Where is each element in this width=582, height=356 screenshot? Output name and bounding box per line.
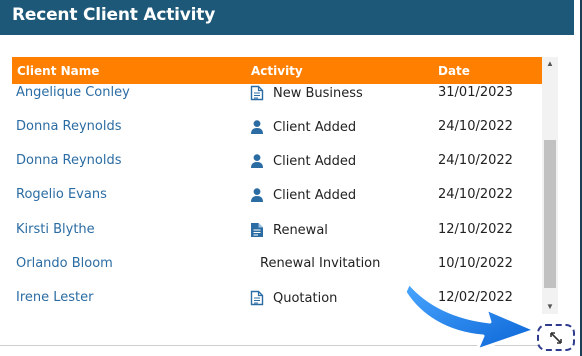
activity-cell: Client Added (250, 187, 356, 203)
activity-date: 24/10/2022 (438, 119, 513, 134)
column-header-client-name[interactable]: Client Name (17, 64, 99, 78)
panel-title: Recent Client Activity (12, 5, 216, 25)
user-icon (250, 119, 264, 135)
resize-diagonal-icon (550, 331, 562, 344)
activity-cell: Quotation (250, 290, 337, 306)
table-header: Client Name Activity Date (12, 57, 542, 84)
activity-cell: Client Added (250, 119, 356, 135)
scroll-up-arrow-icon[interactable]: ▲ (542, 57, 558, 71)
scroll-down-arrow-icon[interactable]: ▼ (542, 300, 558, 314)
client-name-link[interactable]: Rogelio Evans (16, 187, 107, 202)
activity-label: Client Added (273, 119, 357, 135)
activity-label: Renewal (273, 222, 328, 238)
client-name-link[interactable]: Donna Reynolds (16, 119, 122, 134)
scrollbar-thumb[interactable] (544, 140, 556, 288)
activity-date: 24/10/2022 (438, 153, 513, 168)
activity-label: Quotation (273, 290, 338, 306)
activity-cell: Client Added (250, 153, 356, 169)
column-header-activity[interactable]: Activity (251, 64, 303, 78)
client-name-link[interactable]: Angelique Conley (16, 85, 130, 100)
activity-date: 31/01/2023 (438, 85, 513, 100)
activity-cell: Renewal Invitation (250, 256, 380, 271)
table-row: Donna Reynolds Client Added 24/10/2022 (0, 153, 540, 187)
column-header-date[interactable]: Date (438, 64, 470, 78)
activity-date: 24/10/2022 (438, 187, 513, 202)
table-row: Irene Lester Quotation 12/02/2022 (0, 290, 540, 324)
document-icon (250, 85, 264, 101)
table-row: Orlando Bloom Renewal Invitation 10/10/202… (0, 256, 540, 290)
client-name-link[interactable]: Donna Reynolds (16, 153, 122, 168)
document-icon (250, 290, 264, 306)
resize-button[interactable] (537, 324, 575, 351)
table-row: Rogelio Evans Client Added 24/10/2022 (0, 187, 540, 221)
panel-divider (0, 345, 574, 346)
client-name-link[interactable]: Irene Lester (16, 290, 94, 305)
client-name-link[interactable]: Orlando Bloom (16, 256, 113, 271)
activity-label: Client Added (273, 187, 357, 203)
document-filled-icon (250, 222, 264, 238)
activity-cell: New Business (250, 85, 363, 101)
activity-date: 12/02/2022 (438, 290, 513, 305)
activity-label: New Business (273, 85, 363, 101)
user-icon (250, 153, 264, 169)
activity-cell: Renewal (250, 222, 328, 238)
activity-date: 12/10/2022 (438, 222, 513, 237)
table-row: Kirsti Blythe Renewal 12/10/2022 (0, 222, 540, 256)
activity-label: Renewal Invitation (260, 256, 381, 271)
table-row: Angelique Conley New Business 31/01/2023 (0, 85, 540, 119)
table-row: Donna Reynolds Client Added 24/10/2022 (0, 119, 540, 153)
activity-label: Client Added (273, 153, 357, 169)
vertical-scrollbar[interactable]: ▲ ▼ (542, 57, 558, 314)
activity-date: 10/10/2022 (438, 256, 513, 271)
user-icon (250, 187, 264, 203)
panel-header: Recent Client Activity (0, 0, 574, 35)
client-name-link[interactable]: Kirsti Blythe (16, 222, 95, 237)
